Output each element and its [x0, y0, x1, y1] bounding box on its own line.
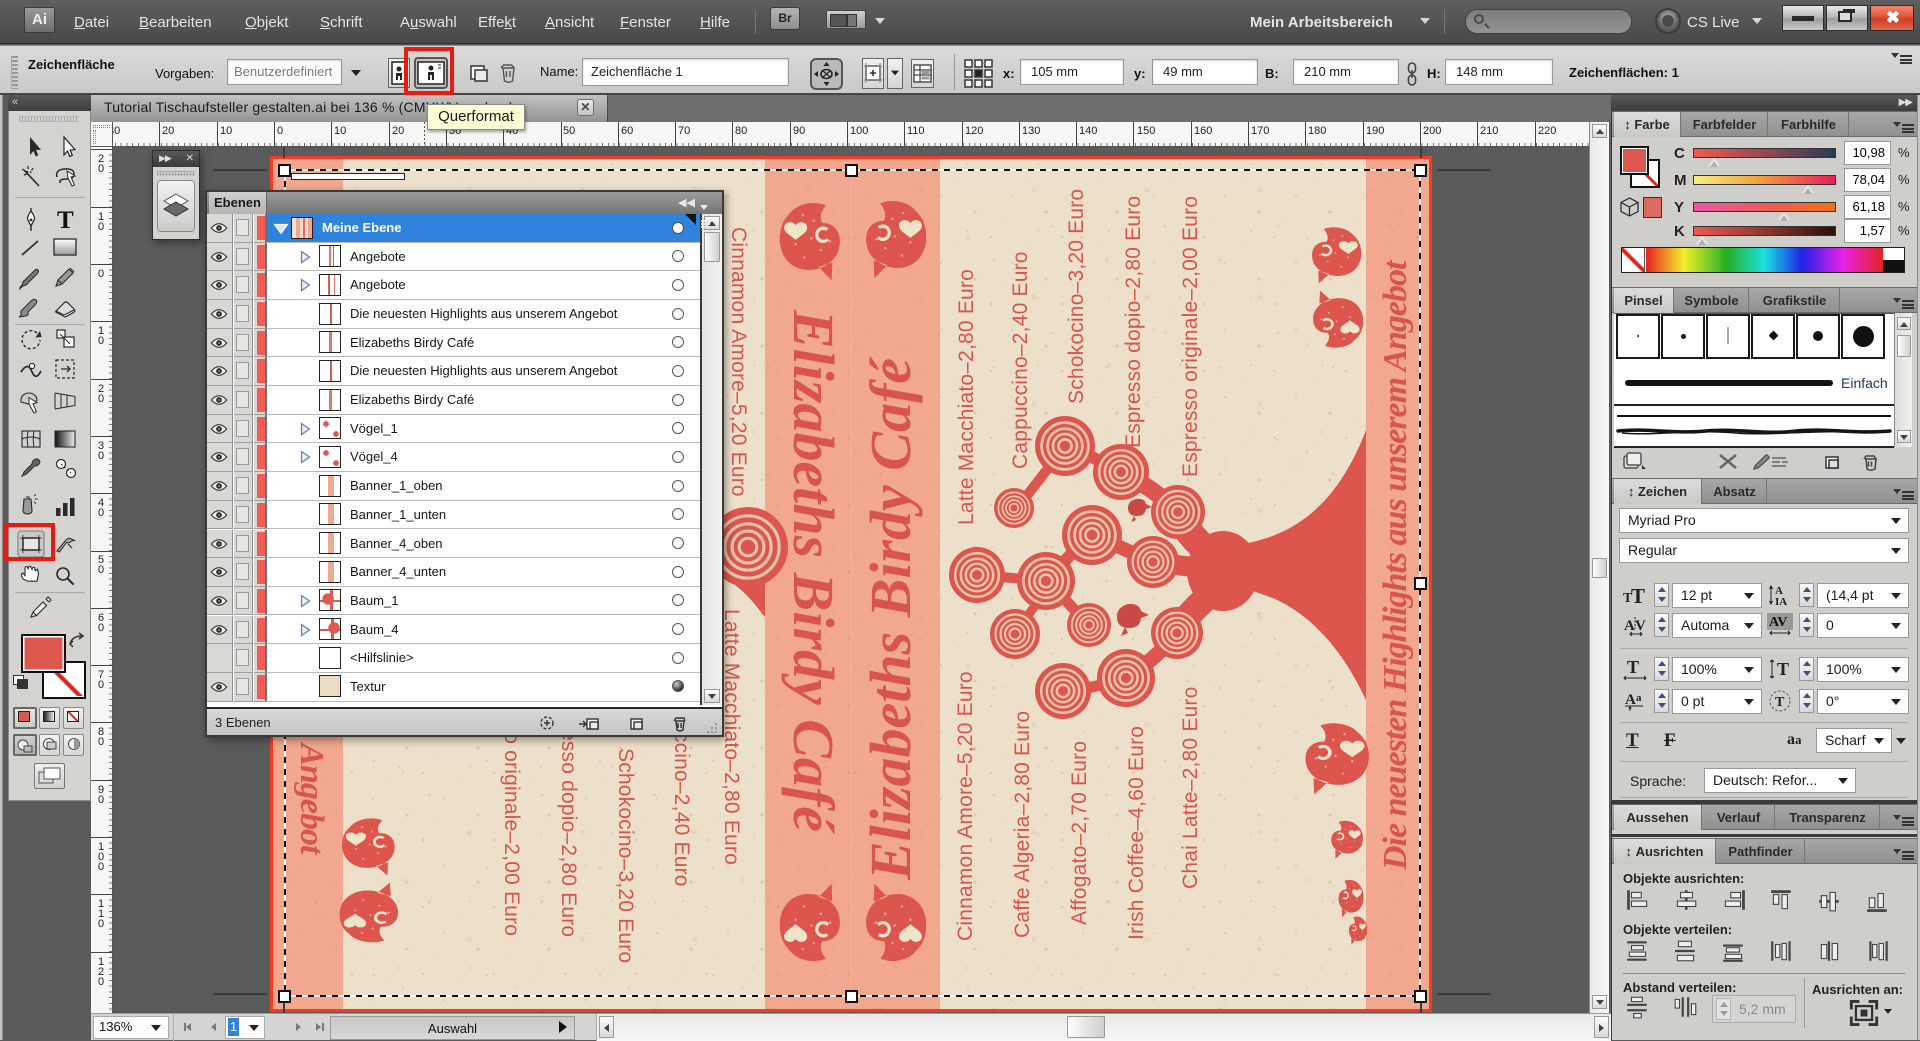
svg-text:T: T [1627, 657, 1639, 677]
svg-text:IA: IA [1775, 596, 1787, 607]
svg-text:a: a [1636, 692, 1642, 704]
svg-text:T: T [1777, 659, 1789, 679]
svg-text:AV: AV [1769, 615, 1787, 630]
svg-text:T: T [1631, 584, 1645, 607]
svg-text:T: T [57, 207, 74, 234]
svg-text:T: T [1775, 695, 1785, 710]
svg-text:V: V [1635, 618, 1646, 634]
svg-text:A: A [1624, 618, 1635, 634]
